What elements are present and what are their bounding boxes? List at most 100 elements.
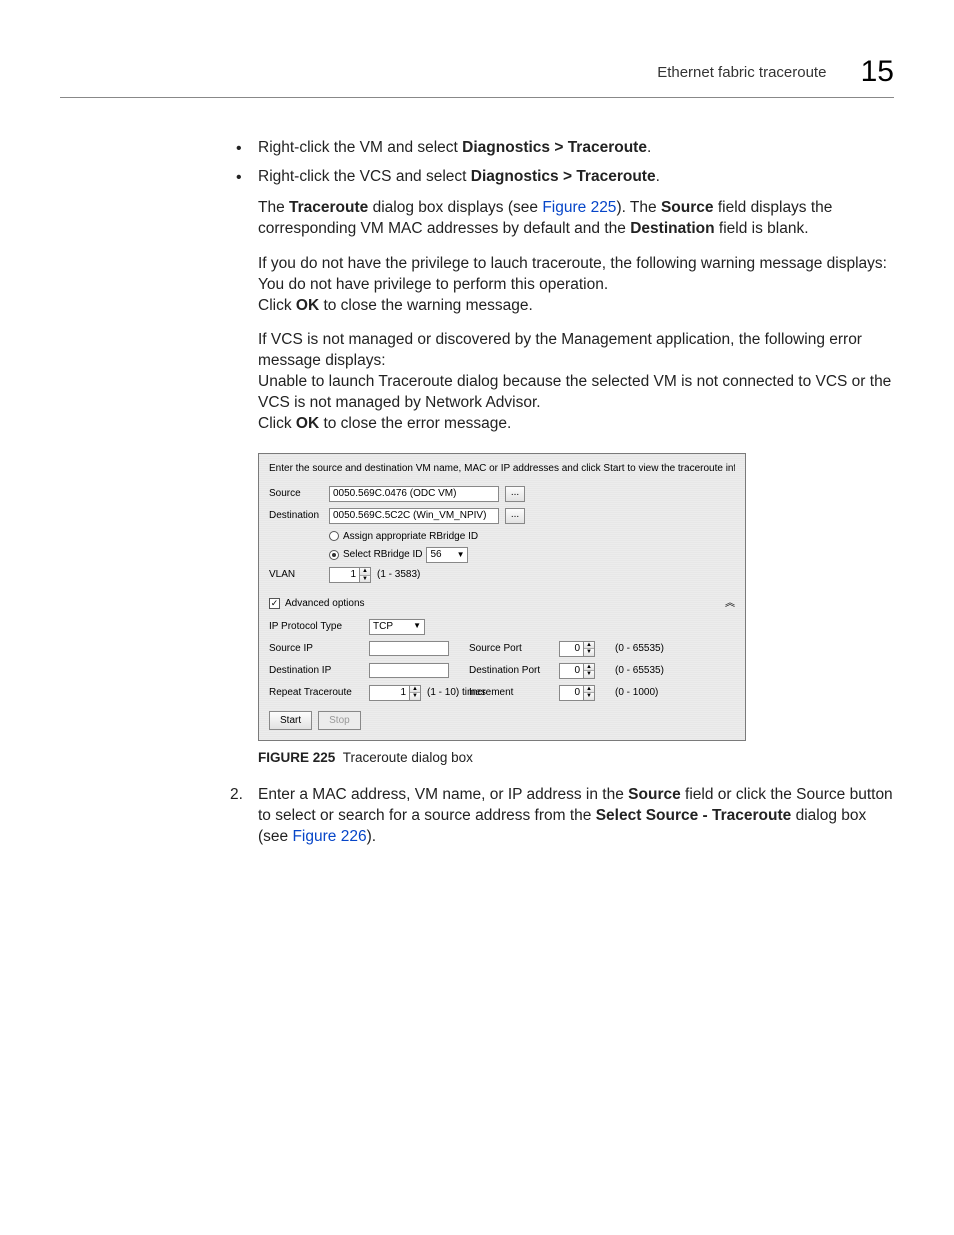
down-arrow-icon[interactable]: ▼ [584, 649, 594, 656]
text: Right-click the VM and select [258, 139, 462, 156]
down-arrow-icon[interactable]: ▼ [584, 671, 594, 678]
text: Click [258, 415, 296, 432]
increment-label: Increment [469, 686, 559, 700]
text: Unable to launch Traceroute dialog becau… [258, 373, 891, 411]
assign-rbridge-row: Assign appropriate RBridge ID [329, 530, 735, 544]
up-arrow-icon[interactable]: ▲ [584, 642, 594, 650]
source-port-spin[interactable]: ▲▼ [583, 641, 595, 657]
text: Enter a MAC address, VM name, or IP addr… [258, 786, 628, 803]
increment-spin[interactable]: ▲▼ [583, 685, 595, 701]
select-source-label: Select Source - Traceroute [596, 807, 792, 824]
bullet-list: Right-click the VM and select Diagnostic… [230, 138, 894, 188]
source-row: Source 0050.569C.0476 (ODC VM) ... [269, 486, 735, 502]
vlan-stepper[interactable]: 1 ▲▼ [329, 567, 371, 583]
dest-port-stepper[interactable]: 0 ▲▼ [559, 663, 595, 679]
dest-port-range: (0 - 65535) [615, 664, 735, 678]
source-ip-label: Source IP [269, 642, 369, 656]
source-port-range: (0 - 65535) [615, 642, 735, 656]
up-arrow-icon[interactable]: ▲ [360, 568, 370, 576]
advanced-options-row[interactable]: ✓ Advanced options ︽ [269, 597, 735, 611]
text: dialog box displays (see [368, 199, 542, 216]
vlan-value[interactable]: 1 [329, 567, 359, 583]
bullet-item-vcs: Right-click the VCS and select Diagnosti… [230, 167, 894, 188]
page: Ethernet fabric traceroute 15 Right-clic… [0, 0, 954, 898]
up-arrow-icon[interactable]: ▲ [584, 686, 594, 694]
down-arrow-icon[interactable]: ▼ [410, 693, 420, 700]
header-section-number: 15 [861, 55, 894, 89]
vlan-spin-buttons[interactable]: ▲▼ [359, 567, 371, 583]
paragraph-vcs-error: If VCS is not managed or discovered by t… [258, 330, 894, 435]
running-header: Ethernet fabric traceroute 15 [60, 55, 894, 89]
text: The [258, 199, 289, 216]
text: field is blank. [715, 220, 809, 237]
destination-row: Destination 0050.569C.5C2C (Win_VM_NPIV)… [269, 508, 735, 524]
start-button[interactable]: Start [269, 711, 312, 730]
repeat-value[interactable]: 1 [369, 685, 409, 701]
traceroute-dialog: Enter the source and destination VM name… [258, 453, 746, 741]
up-arrow-icon[interactable]: ▲ [410, 686, 420, 694]
dest-port-value[interactable]: 0 [559, 663, 583, 679]
ip-proto-select[interactable]: TCP ▼ [369, 619, 425, 635]
destination-label: Destination [630, 220, 714, 237]
vlan-row: VLAN 1 ▲▼ (1 - 3583) [269, 567, 735, 583]
dest-port-spin[interactable]: ▲▼ [583, 663, 595, 679]
paragraph-dialog-displays: The Traceroute dialog box displays (see … [258, 198, 894, 240]
menu-path: Diagnostics > Traceroute [462, 139, 647, 156]
rbridge-id-select[interactable]: 56 ▼ [426, 547, 468, 563]
menu-path: Diagnostics > Traceroute [471, 168, 656, 185]
text: ). The [616, 199, 661, 216]
header-title: Ethernet fabric traceroute [657, 64, 826, 81]
rbridge-id-value: 56 [430, 548, 441, 562]
stop-button: Stop [318, 711, 361, 730]
text: Right-click the VCS and select [258, 168, 471, 185]
source-port-value[interactable]: 0 [559, 641, 583, 657]
increment-stepper[interactable]: 0 ▲▼ [559, 685, 595, 701]
vlan-range: (1 - 3583) [377, 568, 420, 582]
step-number: 2. [230, 785, 243, 806]
header-divider [60, 97, 894, 98]
source-label: Source [661, 199, 714, 216]
source-input[interactable]: 0050.569C.0476 (ODC VM) [329, 486, 499, 502]
figure-caption: FIGURE 225 Traceroute dialog box [258, 749, 894, 767]
advanced-options-label: Advanced options [285, 597, 365, 611]
period: . [647, 139, 651, 156]
repeat-stepper[interactable]: 1 ▲▼ [369, 685, 421, 701]
source-label: Source [628, 786, 681, 803]
source-port-label: Source Port [469, 642, 559, 656]
chevron-down-icon: ▼ [413, 621, 421, 632]
text: ). [367, 828, 376, 845]
source-browse-button[interactable]: ... [505, 486, 525, 502]
main-content: Right-click the VM and select Diagnostic… [230, 138, 894, 848]
text: to close the warning message. [319, 297, 533, 314]
select-rbridge-label: Select RBridge ID [343, 548, 422, 562]
increment-range: (0 - 1000) [615, 686, 735, 700]
increment-value[interactable]: 0 [559, 685, 583, 701]
figure-226-link[interactable]: Figure 226 [292, 828, 366, 845]
assign-rbridge-radio[interactable] [329, 531, 339, 541]
assign-rbridge-label: Assign appropriate RBridge ID [343, 530, 478, 544]
up-arrow-icon[interactable]: ▲ [584, 664, 594, 672]
figure-225-link[interactable]: Figure 225 [542, 199, 616, 216]
traceroute-label: Traceroute [289, 199, 368, 216]
ip-proto-label: IP Protocol Type [269, 620, 369, 634]
dest-ip-input[interactable] [369, 663, 449, 678]
destination-input[interactable]: 0050.569C.5C2C (Win_VM_NPIV) [329, 508, 499, 524]
period: . [656, 168, 660, 185]
advanced-options-checkbox[interactable]: ✓ [269, 598, 280, 609]
text: If VCS is not managed or discovered by t… [258, 331, 862, 369]
source-label: Source [269, 487, 329, 501]
vlan-label: VLAN [269, 568, 329, 582]
ip-proto-value: TCP [373, 620, 393, 634]
repeat-spin[interactable]: ▲▼ [409, 685, 421, 701]
source-ip-input[interactable] [369, 641, 449, 656]
down-arrow-icon[interactable]: ▼ [360, 576, 370, 583]
destination-browse-button[interactable]: ... [505, 508, 525, 524]
select-rbridge-row: Select RBridge ID 56 ▼ [329, 547, 735, 563]
text: to close the error message. [319, 415, 511, 432]
collapse-icon[interactable]: ︽ [725, 597, 735, 611]
source-port-stepper[interactable]: 0 ▲▼ [559, 641, 595, 657]
down-arrow-icon[interactable]: ▼ [584, 693, 594, 700]
advanced-grid: IP Protocol Type TCP ▼ Source IP Source … [269, 619, 735, 701]
select-rbridge-radio[interactable] [329, 550, 339, 560]
step-2: 2. Enter a MAC address, VM name, or IP a… [230, 785, 894, 848]
